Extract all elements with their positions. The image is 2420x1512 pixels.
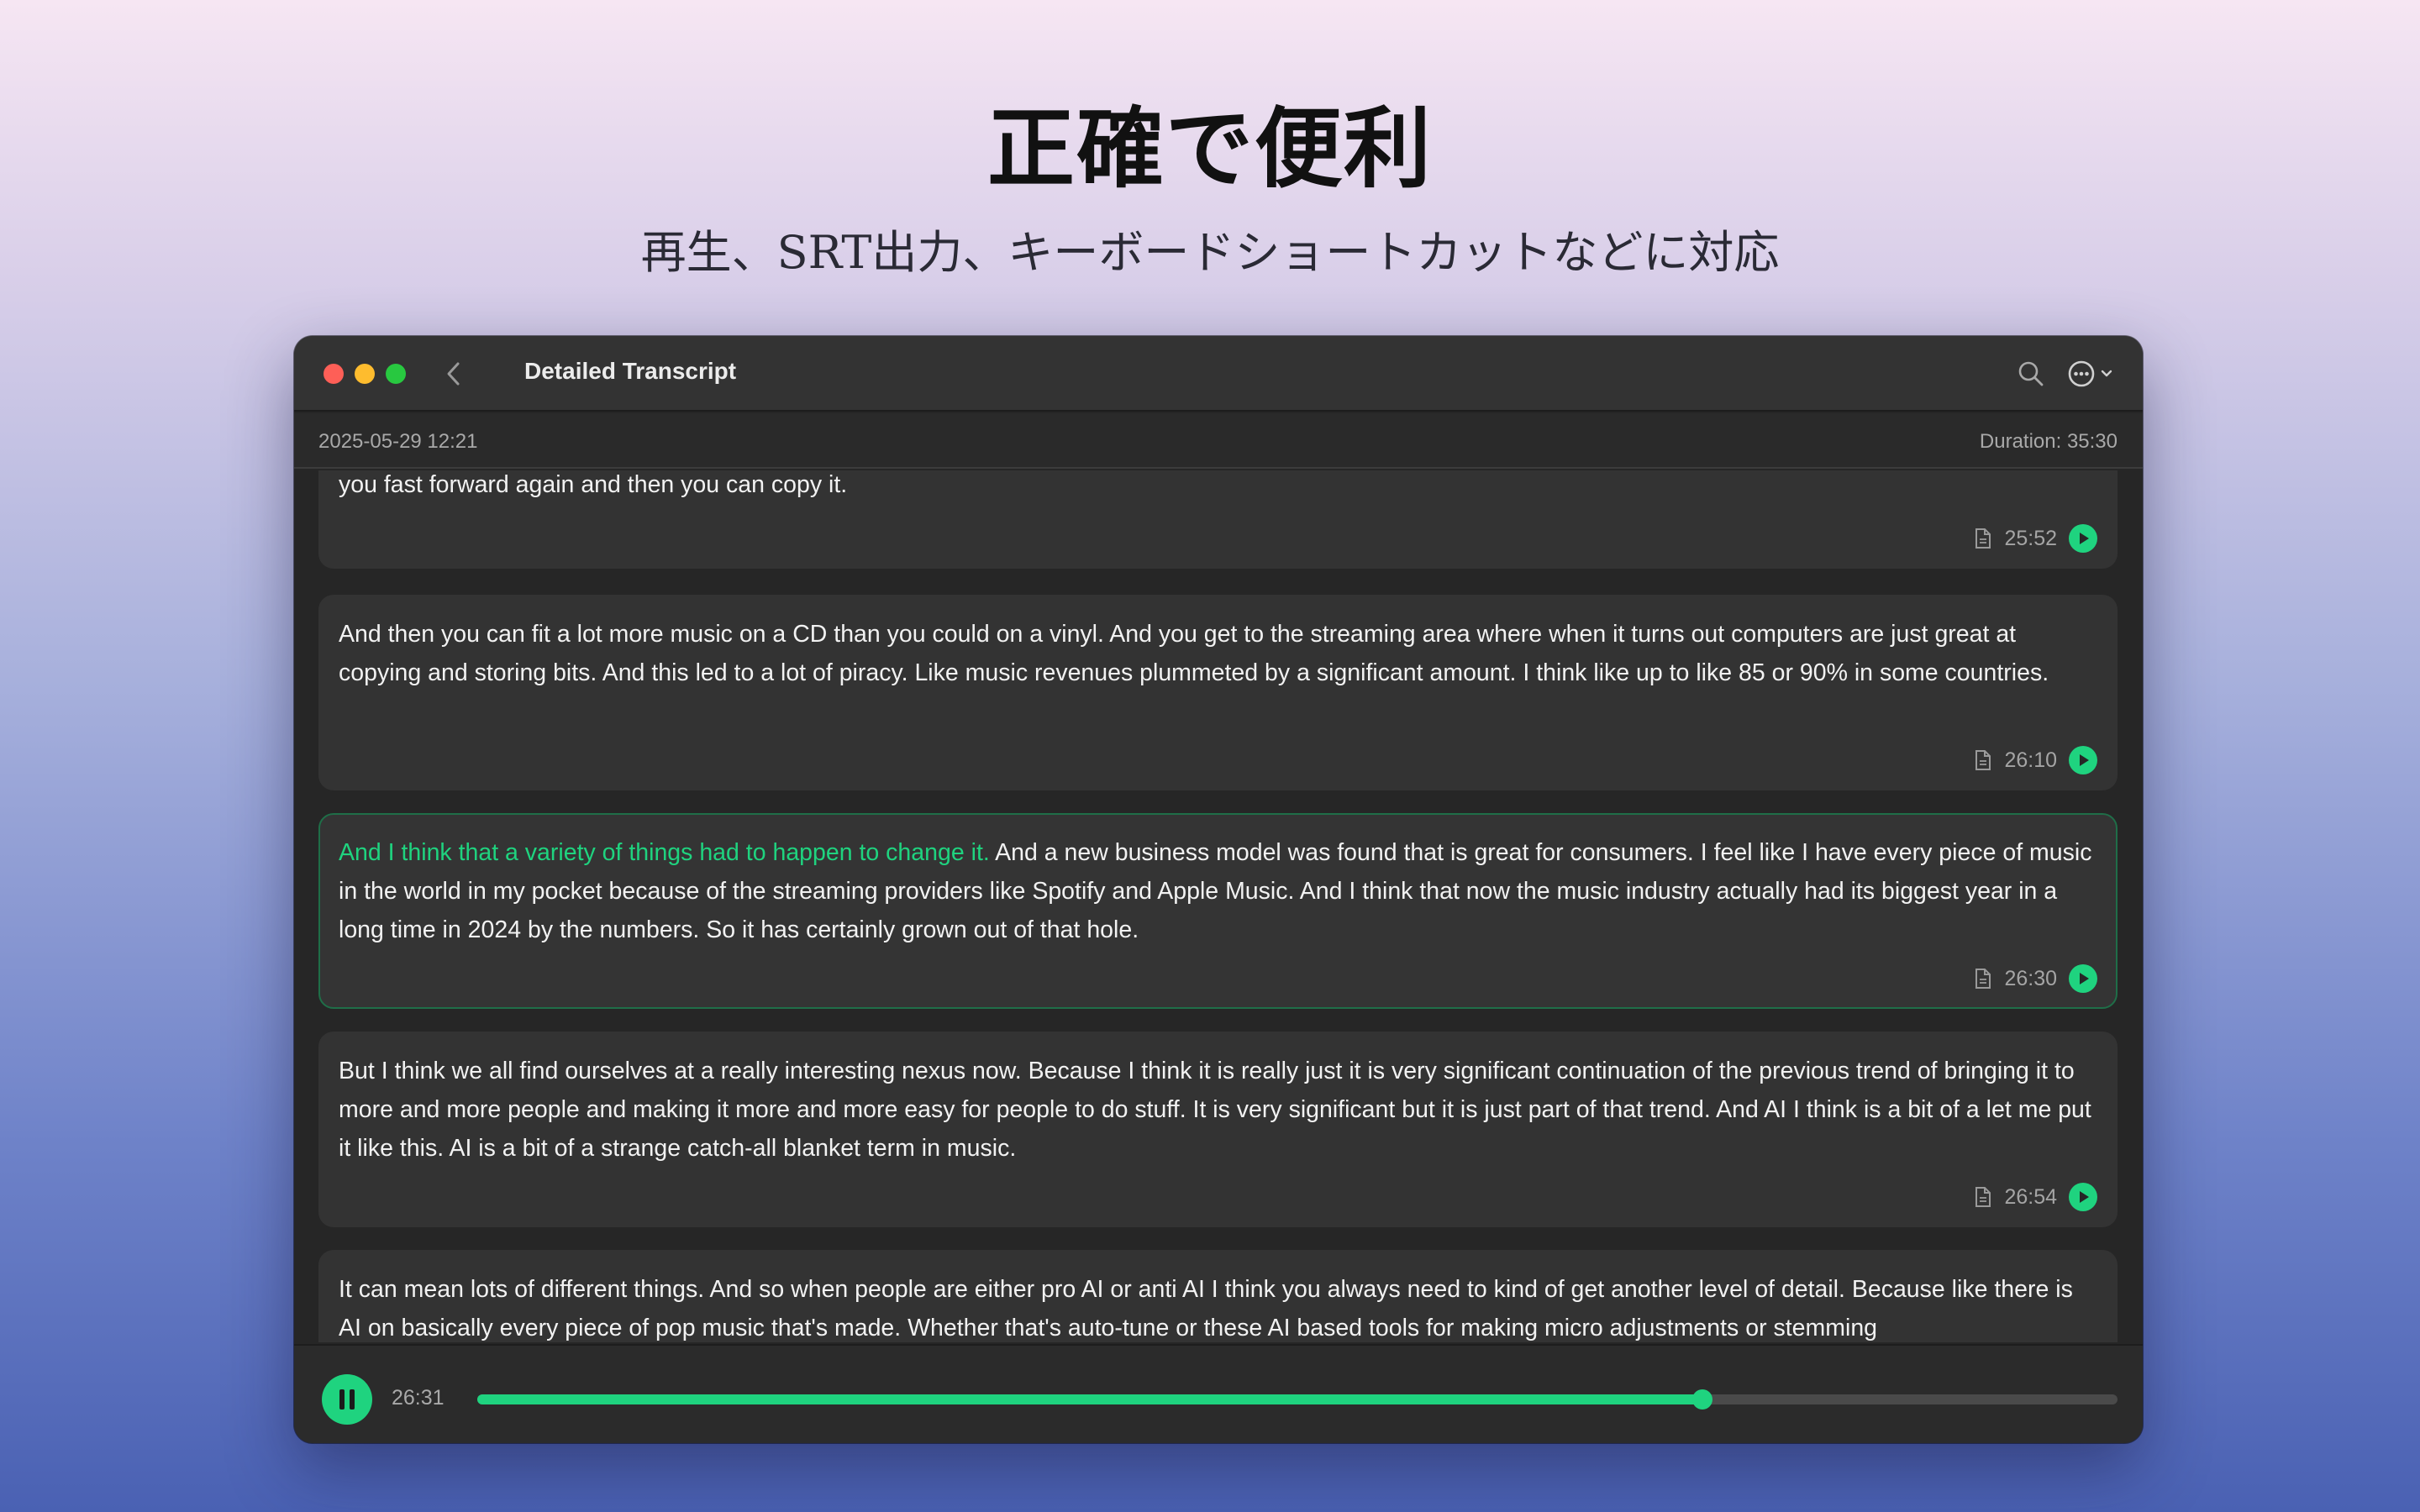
recording-date: 2025-05-29 12:21 xyxy=(318,430,478,453)
search-button[interactable] xyxy=(2012,354,2050,393)
segment-timestamp: 26:30 xyxy=(2004,966,2057,990)
chevron-left-icon xyxy=(447,362,460,386)
pause-button[interactable] xyxy=(322,1374,372,1425)
play-segment-icon[interactable] xyxy=(2069,1183,2097,1211)
pause-icon xyxy=(322,1374,372,1425)
transcript-segment[interactable]: But I think we all find ourselves at a r… xyxy=(318,1032,2118,1227)
segment-timestamp: 25:52 xyxy=(2004,526,2057,550)
document-icon[interactable] xyxy=(1974,1186,1992,1208)
promo-headline: 正確で便利 xyxy=(986,97,1433,200)
segment-timestamp: 26:54 xyxy=(2004,1184,2057,1209)
segment-text: It can mean lots of different things. An… xyxy=(339,1276,2073,1341)
segment-text: you fast forward again and then you can … xyxy=(339,471,848,498)
more-options-button[interactable] xyxy=(2062,354,2118,393)
document-icon[interactable] xyxy=(1974,528,1992,549)
progress-slider[interactable] xyxy=(477,1389,2118,1410)
segment-text: And then you can fit a lot more music on… xyxy=(339,621,2049,686)
play-segment-icon[interactable] xyxy=(2069,524,2097,553)
segment-highlight: And I think that a variety of things had… xyxy=(339,839,990,866)
transcript-segment[interactable]: It can mean lots of different things. An… xyxy=(318,1250,2118,1342)
recording-info-bar: 2025-05-29 12:21 Duration: 35:30 xyxy=(294,413,2143,469)
document-icon[interactable] xyxy=(1974,749,1992,771)
segment-timestamp: 26:10 xyxy=(2004,748,2057,772)
progress-fill xyxy=(477,1394,1703,1404)
current-time: 26:31 xyxy=(392,1386,445,1410)
ellipsis-circle-icon xyxy=(2068,360,2095,387)
transcript-segment-active[interactable]: And I think that a variety of things had… xyxy=(318,813,2118,1009)
transcript-list[interactable]: you fast forward again and then you can … xyxy=(294,470,2143,1342)
chevron-down-icon xyxy=(2101,370,2112,377)
transcript-segment[interactable]: And then you can fit a lot more music on… xyxy=(318,595,2118,790)
recording-duration: Duration: 35:30 xyxy=(1979,430,2118,453)
segment-text: But I think we all find ourselves at a r… xyxy=(339,1058,2091,1162)
back-button[interactable] xyxy=(437,356,471,391)
minimize-window-button[interactable] xyxy=(355,364,375,384)
progress-knob[interactable] xyxy=(1692,1389,1713,1410)
title-bar: Detailed Transcript xyxy=(294,336,2143,412)
promo-subheadline: 再生、SRT出力、キーボードショートカットなどに対応 xyxy=(640,226,1780,279)
play-segment-icon[interactable] xyxy=(2069,746,2097,774)
app-window: Detailed Transcript 2025-05-29 12:21 Dur… xyxy=(294,336,2143,1443)
transcript-segment[interactable]: you fast forward again and then you can … xyxy=(318,470,2118,569)
zoom-window-button[interactable] xyxy=(386,364,406,384)
play-segment-icon[interactable] xyxy=(2069,964,2097,993)
search-icon xyxy=(2018,361,2044,386)
window-title: Detailed Transcript xyxy=(524,358,737,384)
document-icon[interactable] xyxy=(1974,968,1992,990)
playback-bar: 26:31 xyxy=(294,1344,2143,1443)
close-window-button[interactable] xyxy=(324,364,344,384)
